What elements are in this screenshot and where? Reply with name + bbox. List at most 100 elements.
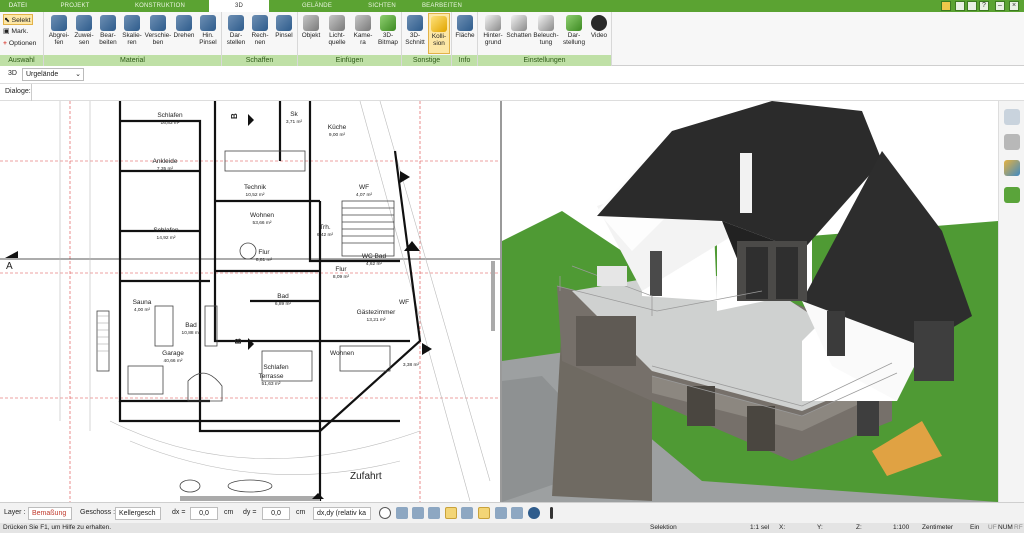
floor-plan-view[interactable]: Schlafen 16,83 m² Sk 3,71 m² Küche 9,00 m² Ank… — [0, 101, 500, 502]
drehen-button[interactable]: Drehen — [172, 13, 196, 54]
status-unit: Zentimeter — [922, 524, 954, 531]
schatten-button[interactable]: Schatten — [506, 13, 532, 54]
line-icon[interactable] — [461, 507, 473, 519]
mode-label: 3D — [8, 70, 17, 77]
play-icon — [591, 15, 607, 31]
tree-icon[interactable] — [1004, 187, 1020, 203]
paint-brush-icon — [200, 15, 216, 31]
layer-select[interactable]: Bemaßung — [28, 507, 72, 520]
tab-projekt[interactable]: PROJEKT — [38, 0, 112, 12]
section-label-b2: B — [234, 338, 243, 344]
group-material: Abgrei-fen Zuwei-sen Bear-beiten Skalie-… — [44, 12, 222, 66]
3d-schnitt-button[interactable]: 3D- Schnitt — [403, 13, 427, 54]
status-x: X: — [779, 524, 786, 531]
hin-pinsel-button[interactable]: Hin. Pinsel — [196, 13, 220, 54]
3d-bitmap-button[interactable]: 3D- Bitmap — [375, 13, 401, 54]
collision-icon — [431, 16, 447, 32]
skalieren-button[interactable]: Skalie-ren — [120, 13, 144, 54]
house-light-icon — [538, 15, 554, 31]
dx-input[interactable]: 0,0 — [190, 507, 218, 520]
room-area: 13,21 m² — [367, 317, 386, 323]
status-y: Y: — [817, 524, 823, 531]
tab-konstruktion[interactable]: KONSTRUKTION — [112, 0, 208, 12]
chimney — [740, 153, 752, 213]
status-uf: UF — [988, 524, 997, 531]
group-einfuegen: Objekt Licht-quelle Kame-ra 3D- Bitmap Ei… — [298, 12, 402, 66]
zuweisen-button[interactable]: Zuwei-sen — [72, 13, 96, 54]
clock-icon[interactable] — [379, 507, 391, 519]
terrain-select[interactable]: Urgelände ⌄ — [22, 68, 84, 81]
status-rf: RF — [1014, 524, 1023, 531]
group-label: Material — [44, 55, 221, 66]
darstellung-button[interactable]: Dar-stellung — [560, 13, 588, 54]
layer-toggle-icon[interactable] — [478, 507, 490, 519]
cursor-icon[interactable] — [550, 507, 553, 519]
bearbeiten-button[interactable]: Bear-beiten — [96, 13, 120, 54]
room-area: 9,00 m² — [329, 132, 346, 138]
room-area: 10,52 m² — [246, 192, 265, 198]
floor-plan-drawing: Schlafen16,83 m²Sk3,71 m²Küche9,00 m²Ank… — [0, 101, 500, 502]
geschoss-select[interactable]: Kellergesch — [115, 507, 161, 520]
darstellen-button[interactable]: Dar-stellen — [224, 13, 248, 54]
brush-icon — [76, 15, 92, 31]
dy-input[interactable]: 0,0 — [262, 507, 290, 520]
window-icon[interactable] — [967, 1, 977, 11]
n-circle-icon[interactable] — [528, 507, 540, 519]
pinsel-button[interactable]: Pinsel — [272, 13, 296, 54]
video-button[interactable]: Video — [588, 13, 610, 54]
grid-icon[interactable] — [511, 507, 523, 519]
geschoss-label: Geschoss : — [80, 509, 116, 516]
beleuchtung-button[interactable]: Beleuch-tung — [532, 13, 560, 54]
minimize-button[interactable]: – — [995, 1, 1005, 11]
kollision-button[interactable]: Kolli-sion — [428, 13, 450, 54]
room-name: Schlafen — [263, 364, 289, 371]
verschieben-button[interactable]: Verschie-ben — [144, 13, 172, 54]
selekt-button[interactable]: ⬉ Selekt — [3, 14, 33, 25]
mark-button[interactable]: ▣ Mark. — [3, 26, 28, 37]
plan-scrollbar[interactable] — [491, 261, 495, 331]
3d-view[interactable] — [502, 101, 998, 502]
screen-icon[interactable] — [396, 507, 408, 519]
room-area: 40,66 m² — [164, 358, 183, 364]
tab-3d[interactable]: 3D — [209, 0, 269, 12]
room-area: 8,81 m² — [256, 257, 273, 263]
plane-icon[interactable] — [495, 507, 507, 519]
hintergrund-button[interactable]: Hinter-grund — [480, 13, 506, 54]
plan-h-scrollbar[interactable] — [180, 496, 320, 501]
material-palette-icon[interactable] — [1004, 160, 1020, 176]
room-area: 14,92 m² — [157, 235, 176, 241]
room-area: 4,07 m² — [356, 192, 373, 198]
ribbon-toolbar: ⬉ Selekt ▣ Mark. + Optionen Auswahl Abgr… — [0, 12, 1024, 66]
save-icon[interactable] — [941, 1, 951, 11]
optionen-button[interactable]: + Optionen — [3, 38, 36, 49]
kamera-button[interactable]: Kame-ra — [351, 13, 375, 54]
room-name: Küche — [328, 124, 347, 131]
room-name: Terrasse — [259, 373, 284, 380]
house-display-icon — [566, 15, 582, 31]
layers-icon[interactable] — [1004, 109, 1020, 125]
section-label-b: B — [230, 113, 239, 119]
rechnen-button[interactable]: Rech-nen — [248, 13, 272, 54]
dy-unit: cm — [296, 509, 306, 516]
room-area: 53,66 m² — [253, 220, 272, 226]
red-tool-icon[interactable] — [955, 1, 965, 11]
snap-icon[interactable] — [412, 507, 424, 519]
room-area: 4,62 m² — [366, 261, 383, 267]
tab-datei[interactable]: DATEI — [0, 0, 36, 12]
tab-gelaende[interactable]: GELÄNDE — [272, 0, 362, 12]
grid-snap-icon[interactable] — [428, 507, 440, 519]
tab-bearbeiten[interactable]: BEARBEITEN — [402, 0, 482, 12]
chair-icon[interactable] — [1004, 134, 1020, 150]
angle-icon[interactable] — [445, 507, 457, 519]
help-icon[interactable]: ? — [979, 1, 989, 11]
abgreifen-button[interactable]: Abgrei-fen — [46, 13, 72, 54]
edit-icon — [100, 15, 116, 31]
lichtquelle-button[interactable]: Licht-quelle — [323, 13, 351, 54]
tab-sichten[interactable]: SICHTEN — [362, 0, 402, 12]
close-button[interactable]: × — [1009, 1, 1019, 11]
lightbulb-icon — [329, 15, 345, 31]
group-schaffen: Dar-stellen Rech-nen Pinsel Schaffen — [222, 12, 298, 66]
flaeche-button[interactable]: Fläche — [453, 13, 477, 54]
coord-mode-select[interactable]: dx,dy (relativ ka — [313, 507, 371, 520]
objekt-button[interactable]: Objekt — [299, 13, 323, 54]
